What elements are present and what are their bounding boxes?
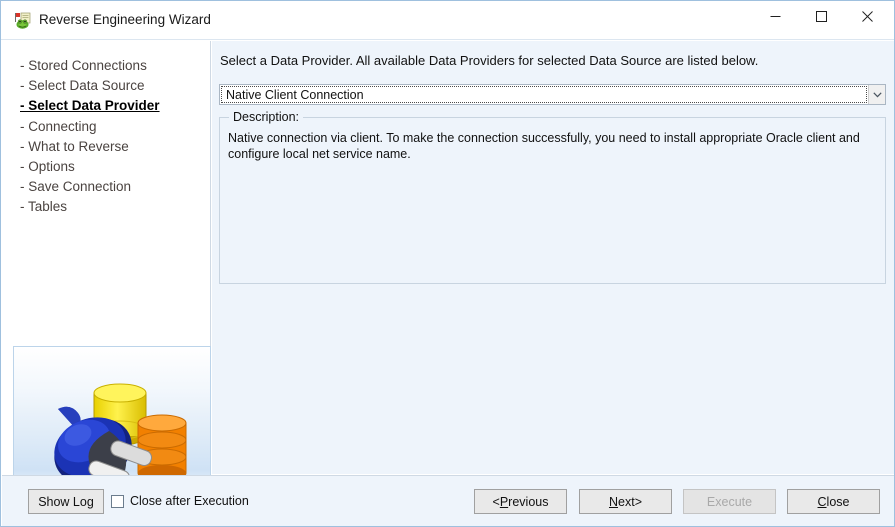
chevron-down-icon[interactable] — [868, 85, 885, 104]
description-group-label: Description: — [229, 110, 303, 124]
maximize-button[interactable] — [798, 1, 844, 31]
description-group-box: Description: Native connection via clien… — [219, 110, 886, 284]
sidebar-step-what-to-reverse[interactable]: - What to Reverse — [20, 137, 210, 157]
previous-rest: revious — [508, 494, 549, 509]
next-suffix: > — [634, 494, 643, 509]
description-body-text: Native connection via client. To make th… — [228, 131, 860, 161]
sidebar-step-stored-connections[interactable]: - Stored Connections — [20, 56, 210, 76]
close-icon — [861, 10, 873, 22]
execute-button[interactable]: Execute — [683, 489, 776, 514]
sidebar-step-options[interactable]: - Options — [20, 157, 210, 177]
sidebar-step-select-data-source[interactable]: - Select Data Source — [20, 76, 210, 96]
close-button[interactable]: Close — [787, 489, 880, 514]
instruction-text: Select a Data Provider. All available Da… — [220, 53, 759, 68]
sidebar-step-save-connection[interactable]: - Save Connection — [20, 177, 210, 197]
next-button[interactable]: Next > — [579, 489, 672, 514]
close-rest: lose — [826, 494, 850, 509]
sidebar-step-select-data-provider[interactable]: - Select Data Provider — [20, 96, 210, 116]
sidebar-step-tables[interactable]: - Tables — [20, 197, 210, 217]
minimize-button[interactable] — [752, 1, 798, 31]
previous-accel: P — [499, 494, 509, 509]
previous-prefix: < — [492, 494, 500, 509]
next-rest: ext — [618, 494, 635, 509]
checkbox-box[interactable] — [111, 494, 124, 508]
data-provider-selected-value: Native Client Connection — [226, 87, 364, 102]
main-panel: Select a Data Provider. All available Da… — [212, 41, 894, 474]
close-window-button[interactable] — [844, 1, 890, 31]
show-log-button[interactable]: Show Log — [28, 489, 104, 514]
reverse-engineering-wizard-window: Reverse Engineering Wizard - Stored Conn… — [0, 0, 895, 527]
title-bar: Reverse Engineering Wizard — [1, 1, 894, 40]
close-after-execution-label: Close after Execution — [130, 494, 249, 508]
wizard-step-list: - Stored Connections - Select Data Sourc… — [20, 56, 210, 218]
window-title: Reverse Engineering Wizard — [39, 12, 211, 27]
next-accel: N — [608, 494, 619, 509]
frog-flag-icon — [14, 12, 32, 30]
data-provider-combobox[interactable]: Native Client Connection — [219, 84, 886, 105]
maximize-icon — [815, 10, 827, 22]
sidebar-step-connecting[interactable]: - Connecting — [20, 117, 210, 137]
close-after-execution-checkbox[interactable]: Close after Execution — [111, 494, 249, 508]
minimize-icon — [770, 11, 781, 22]
close-accel: C — [817, 494, 827, 509]
previous-button[interactable]: < Previous — [474, 489, 567, 514]
footer-bar: Show Log Close after Execution < Previou… — [2, 475, 894, 526]
wizard-steps-sidebar: - Stored Connections - Select Data Sourc… — [2, 41, 211, 506]
data-provider-combobox-field[interactable]: Native Client Connection — [221, 86, 867, 103]
